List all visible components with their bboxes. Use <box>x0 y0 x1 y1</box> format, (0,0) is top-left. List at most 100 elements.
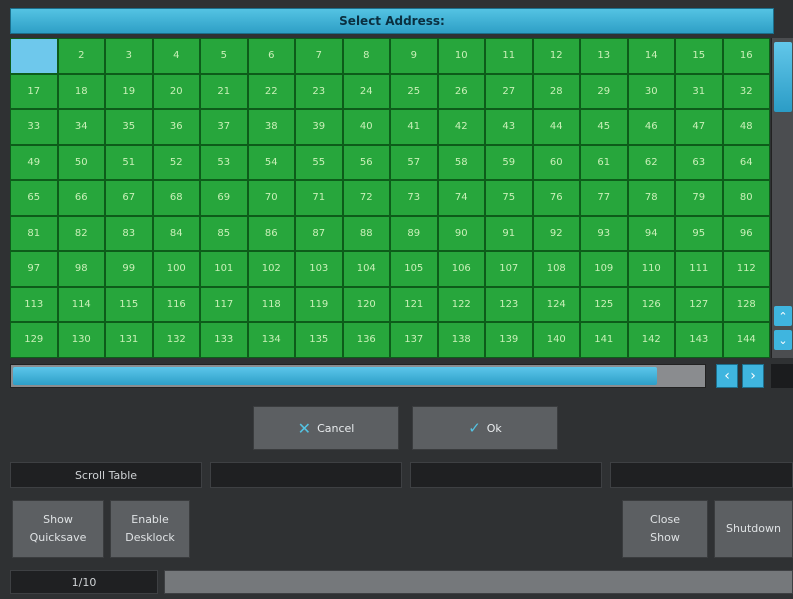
address-cell[interactable]: 43 <box>485 109 533 145</box>
address-cell[interactable]: 84 <box>152 215 200 251</box>
address-cell[interactable]: 69 <box>200 180 248 216</box>
address-cell[interactable]: 117 <box>200 286 248 322</box>
address-cell[interactable]: 144 <box>722 322 770 358</box>
address-cell[interactable]: 13 <box>580 38 628 74</box>
address-cell[interactable]: 99 <box>105 251 153 287</box>
address-cell[interactable]: 158 <box>627 357 675 358</box>
address-cell[interactable]: 15 <box>675 38 723 74</box>
address-cell[interactable]: 16 <box>722 38 770 74</box>
address-cell[interactable]: 90 <box>437 215 485 251</box>
address-cell[interactable]: 96 <box>722 215 770 251</box>
address-cell[interactable]: 124 <box>532 286 580 322</box>
address-cell[interactable]: 70 <box>247 180 295 216</box>
address-cell[interactable]: 57 <box>390 144 438 180</box>
address-cell[interactable]: 29 <box>580 73 628 109</box>
address-cell[interactable]: 76 <box>532 180 580 216</box>
slot-4[interactable] <box>610 462 793 488</box>
address-cell[interactable]: 102 <box>247 251 295 287</box>
address-cell[interactable]: 18 <box>57 73 105 109</box>
address-cell[interactable]: 42 <box>437 109 485 145</box>
address-cell[interactable]: 103 <box>295 251 343 287</box>
address-cell[interactable]: 21 <box>200 73 248 109</box>
address-cell[interactable]: 46 <box>627 109 675 145</box>
horizontal-scrollbar[interactable] <box>10 364 706 388</box>
address-cell[interactable]: 48 <box>722 109 770 145</box>
address-cell[interactable]: 9 <box>390 38 438 74</box>
address-cell[interactable]: 78 <box>627 180 675 216</box>
address-cell[interactable]: 63 <box>675 144 723 180</box>
address-cell[interactable]: 68 <box>152 180 200 216</box>
slot-scroll-table[interactable]: Scroll Table <box>10 462 202 488</box>
address-cell[interactable]: 7 <box>295 38 343 74</box>
enable-desklock-button[interactable]: Enable Desklock <box>110 500 190 558</box>
address-cell[interactable]: 118 <box>247 286 295 322</box>
address-cell[interactable]: 153 <box>390 357 438 358</box>
address-cell[interactable]: 14 <box>627 38 675 74</box>
address-cell[interactable]: 92 <box>532 215 580 251</box>
address-cell[interactable]: 132 <box>152 322 200 358</box>
address-cell[interactable]: 23 <box>295 73 343 109</box>
address-cell[interactable]: 94 <box>627 215 675 251</box>
address-cell[interactable]: 28 <box>532 73 580 109</box>
address-cell[interactable]: 136 <box>342 322 390 358</box>
slot-2[interactable] <box>210 462 402 488</box>
address-cell[interactable]: 105 <box>390 251 438 287</box>
address-cell[interactable]: 140 <box>532 322 580 358</box>
address-cell[interactable]: 4 <box>152 38 200 74</box>
address-cell[interactable]: 110 <box>627 251 675 287</box>
address-cell[interactable]: 52 <box>152 144 200 180</box>
address-cell[interactable]: 1 <box>10 38 58 74</box>
address-cell[interactable]: 2 <box>57 38 105 74</box>
address-cell[interactable]: 151 <box>295 357 343 358</box>
address-cell[interactable]: 25 <box>390 73 438 109</box>
address-cell[interactable]: 137 <box>390 322 438 358</box>
address-cell[interactable]: 49 <box>10 144 58 180</box>
address-cell[interactable]: 159 <box>675 357 723 358</box>
address-cell[interactable]: 138 <box>437 322 485 358</box>
address-cell[interactable]: 3 <box>105 38 153 74</box>
address-cell[interactable]: 108 <box>532 251 580 287</box>
address-cell[interactable]: 53 <box>200 144 248 180</box>
address-cell[interactable]: 20 <box>152 73 200 109</box>
show-quicksave-button[interactable]: Show Quicksave <box>12 500 104 558</box>
ok-button[interactable]: ✓ Ok <box>412 406 558 450</box>
address-cell[interactable]: 113 <box>10 286 58 322</box>
close-show-button[interactable]: Close Show <box>622 500 708 558</box>
address-cell[interactable]: 148 <box>152 357 200 358</box>
address-cell[interactable]: 122 <box>437 286 485 322</box>
address-cell[interactable]: 125 <box>580 286 628 322</box>
address-cell[interactable]: 106 <box>437 251 485 287</box>
address-cell[interactable]: 62 <box>627 144 675 180</box>
address-cell[interactable]: 35 <box>105 109 153 145</box>
address-cell[interactable]: 134 <box>247 322 295 358</box>
address-cell[interactable]: 79 <box>675 180 723 216</box>
address-cell[interactable]: 22 <box>247 73 295 109</box>
address-cell[interactable]: 126 <box>627 286 675 322</box>
address-cell[interactable]: 32 <box>722 73 770 109</box>
address-cell[interactable]: 120 <box>342 286 390 322</box>
address-cell[interactable]: 114 <box>57 286 105 322</box>
address-cell[interactable]: 133 <box>200 322 248 358</box>
address-cell[interactable]: 86 <box>247 215 295 251</box>
shutdown-button[interactable]: Shutdown <box>714 500 793 558</box>
address-cell[interactable]: 72 <box>342 180 390 216</box>
address-cell[interactable]: 31 <box>675 73 723 109</box>
cancel-button[interactable]: ✕ Cancel <box>253 406 399 450</box>
address-cell[interactable]: 157 <box>580 357 628 358</box>
address-cell[interactable]: 6 <box>247 38 295 74</box>
address-cell[interactable]: 123 <box>485 286 533 322</box>
address-cell[interactable]: 33 <box>10 109 58 145</box>
address-cell[interactable]: 82 <box>57 215 105 251</box>
address-cell[interactable]: 147 <box>105 357 153 358</box>
address-cell[interactable]: 128 <box>722 286 770 322</box>
address-cell[interactable]: 64 <box>722 144 770 180</box>
address-cell[interactable]: 81 <box>10 215 58 251</box>
address-cell[interactable]: 142 <box>627 322 675 358</box>
address-cell[interactable]: 19 <box>105 73 153 109</box>
address-cell[interactable]: 66 <box>57 180 105 216</box>
address-cell[interactable]: 107 <box>485 251 533 287</box>
address-cell[interactable]: 155 <box>485 357 533 358</box>
address-cell[interactable]: 71 <box>295 180 343 216</box>
address-cell[interactable]: 47 <box>675 109 723 145</box>
address-cell[interactable]: 95 <box>675 215 723 251</box>
